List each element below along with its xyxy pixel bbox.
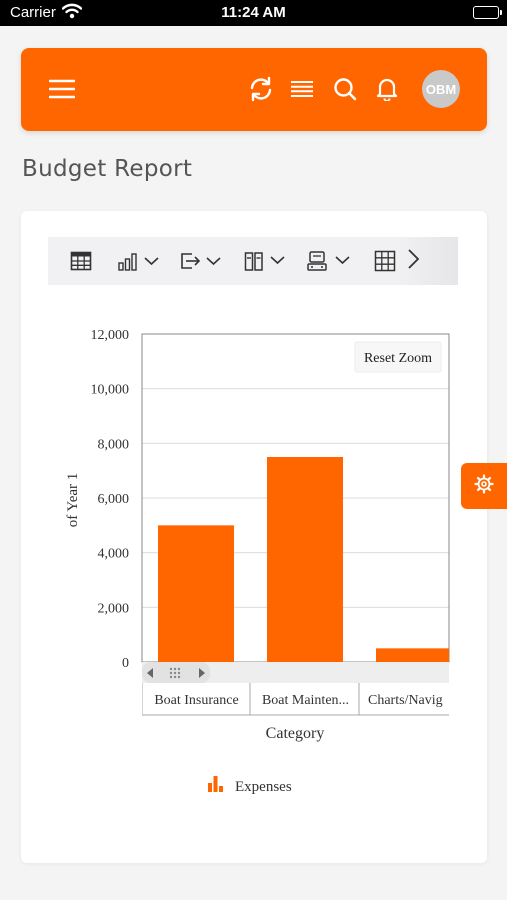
bar-1[interactable] [158, 525, 234, 662]
y-tick-label: 6,000 [98, 492, 130, 507]
avatar[interactable]: OBM [422, 70, 460, 108]
menu-icon[interactable] [48, 75, 76, 103]
y-tick-label: 4,000 [98, 547, 130, 562]
app-header: OBM [21, 48, 487, 131]
bar-3[interactable] [376, 648, 449, 662]
battery-icon [473, 6, 502, 19]
status-bar: Carrier 11:24 AM [0, 0, 507, 26]
x-axis-categories: Boat Insurance Boat Mainten... Charts/Navi… [142, 683, 449, 716]
clock: 11:24 AM [221, 4, 286, 21]
y-axis-label: of Year 1 [65, 473, 81, 528]
list-icon[interactable] [288, 75, 316, 103]
y-tick-label: 8,000 [98, 437, 130, 452]
x-tick-label: Boat Insurance [154, 693, 238, 708]
x-scrollbar[interactable] [142, 662, 449, 683]
x-axis-label: Category [266, 725, 325, 742]
page-title: Budget Report [22, 156, 193, 182]
reset-zoom-label: Reset Zoom [364, 351, 432, 366]
bar-2[interactable] [267, 457, 343, 662]
y-tick-label: 2,000 [98, 601, 130, 616]
reset-zoom-button[interactable]: Reset Zoom [354, 341, 442, 373]
chart-bars[interactable] [158, 457, 449, 662]
report-card: 0 2,000 4,000 6,000 8,000 10,000 12,000 of Yea… [21, 211, 487, 863]
search-icon[interactable] [331, 75, 359, 103]
settings-tab[interactable] [461, 463, 507, 509]
legend-item-expenses[interactable]: Expenses [208, 776, 292, 795]
y-tick-label: 12,000 [91, 328, 130, 343]
x-tick-label: Charts/Navig [368, 693, 443, 708]
gear-icon [474, 473, 494, 499]
drag-handle-icon[interactable] [169, 667, 181, 679]
refresh-icon[interactable] [247, 75, 275, 103]
bar-chart-icon [208, 776, 223, 792]
y-tick-label: 0 [122, 656, 129, 671]
x-tick-label: Boat Mainten... [262, 693, 349, 708]
y-tick-label: 10,000 [91, 383, 130, 398]
bell-icon[interactable] [373, 75, 401, 103]
legend-label: Expenses [235, 779, 292, 795]
budget-chart: 0 2,000 4,000 6,000 8,000 10,000 12,000 of Yea… [65, 328, 450, 795]
y-axis-ticks: 0 2,000 4,000 6,000 8,000 10,000 12,000 [91, 328, 130, 671]
